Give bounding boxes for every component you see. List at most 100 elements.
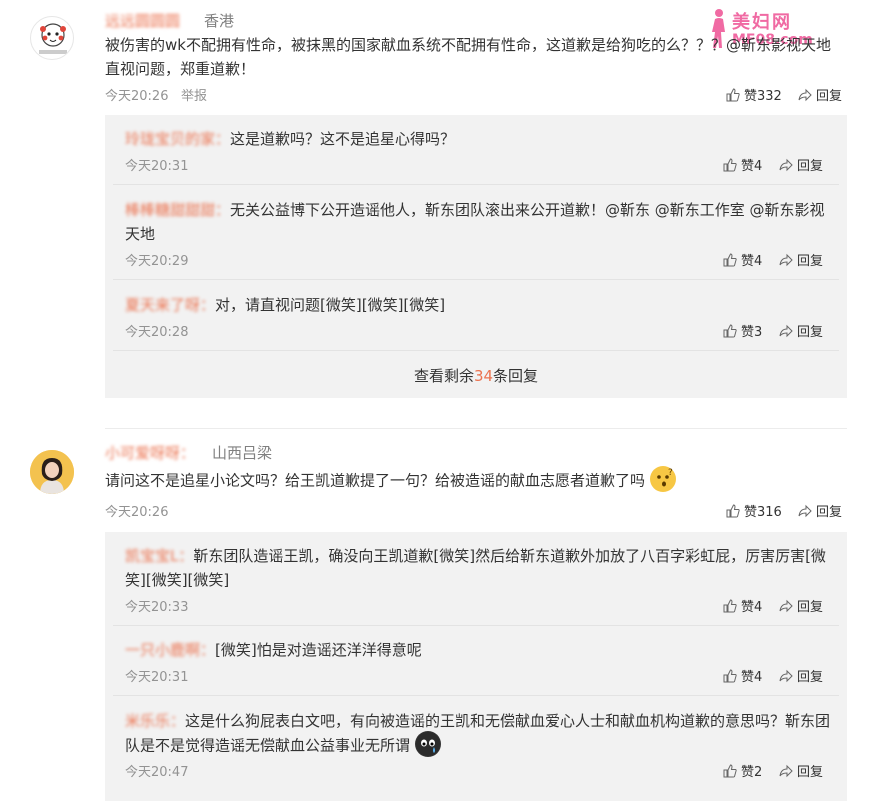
thumbs-up-icon [723, 252, 737, 266]
comment-username[interactable]: 小可爱呀呀： [105, 442, 195, 463]
thumbs-up-icon [723, 763, 737, 777]
reply-item: 玲珑宝贝的家：这是道歉吗？这不是追星心得吗？ 今天20:31 赞4 回复 [105, 115, 847, 185]
reply-item: 一只小鹿啊：[微笑]怕是对造谣还洋洋得意呢 今天20:31 赞4 回复 [105, 626, 847, 696]
confused-face-icon: ? [649, 466, 676, 492]
comment-text-body: 请问这不是追星小论文吗？给王凯道歉提了一句？给被造谣的献血志愿者道歉了吗 [105, 471, 646, 490]
reply-time: 今天20:31 [125, 670, 189, 685]
reply-reply-button[interactable]: 回复 [779, 761, 823, 780]
reply-reply-button[interactable]: 回复 [779, 250, 823, 269]
crying-face-icon [414, 731, 441, 757]
reply-item: 棒棒糖甜甜甜：无关公益博下公开造谣他人，靳东团队滚出来公开道歉！@靳东 @靳东工… [105, 185, 847, 280]
reply-list: 玲珑宝贝的家：这是道歉吗？这不是追星心得吗？ 今天20:31 赞4 回复 棒棒糖… [105, 115, 847, 398]
reply-time: 今天20:33 [125, 600, 189, 615]
reply-body: 夏天来了呀：对，请直视问题[微笑][微笑][微笑] [125, 293, 835, 317]
reply-button[interactable]: 回复 [798, 85, 842, 104]
reply-list: 凯宝宝L：靳东团队造谣王凯，确没向王凯道歉[微笑]然后给靳东道歉外加放了八百字彩… [105, 532, 847, 801]
reply-item: 凯宝宝L：靳东团队造谣王凯，确没向王凯道歉[微笑]然后给靳东道歉外加放了八百字彩… [105, 532, 847, 626]
reply-reply-label: 回复 [797, 159, 824, 174]
remaining-reply-count: 34 [473, 367, 494, 385]
reply-text: [微笑]怕是对造谣还洋洋得意呢 [215, 641, 422, 659]
thumbs-up-icon [723, 668, 737, 682]
comment-time: 今天20:26 [105, 505, 169, 520]
reply-reply-button[interactable]: 回复 [779, 596, 823, 615]
report-link[interactable]: 举报 [181, 85, 207, 104]
reply-time: 今天20:47 [125, 765, 189, 780]
reply-arrow-icon [798, 504, 812, 517]
reply-body: 棒棒糖甜甜甜：无关公益博下公开造谣他人，靳东团队滚出来公开道歉！@靳东 @靳东工… [125, 198, 835, 246]
comment-item: 小可爱呀呀： 山西吕梁 请问这不是追星小论文吗？给王凯道歉提了一句？给被造谣的献… [0, 428, 872, 801]
reply-like-count: 赞4 [741, 254, 763, 269]
reply-like-button[interactable]: 赞4 [723, 155, 762, 174]
reply-body: 一只小鹿啊：[微笑]怕是对造谣还洋洋得意呢 [125, 638, 835, 662]
reply-button[interactable]: 回复 [798, 501, 842, 520]
reply-time: 今天20:31 [125, 159, 189, 174]
reply-username[interactable]: 玲珑宝贝的家： [125, 127, 230, 151]
view-more-prefix: 查看剩余 [413, 367, 474, 385]
reply-arrow-icon [779, 158, 793, 171]
reply-like-button[interactable]: 赞4 [723, 596, 762, 615]
reply-like-button[interactable]: 赞2 [723, 761, 762, 780]
comment-text: 请问这不是追星小论文吗？给王凯道歉提了一句？给被造谣的献血志愿者道歉了吗 ? [105, 466, 850, 494]
comment-username[interactable]: 远远圆圆圆 [105, 10, 180, 31]
thumbs-up-icon [723, 323, 737, 337]
reply-username[interactable]: 棒棒糖甜甜甜： [125, 198, 230, 222]
reply-label: 回复 [816, 505, 843, 520]
reply-like-button[interactable]: 赞4 [723, 666, 762, 685]
thumbs-up-icon [723, 598, 737, 612]
reply-text: 这是什么狗屁表白文吧，有向被造谣的王凯和无偿献血爱心人士和献血机构道歉的意思吗？… [125, 712, 831, 755]
reply-arrow-icon [779, 764, 793, 777]
reply-reply-button[interactable]: 回复 [779, 666, 823, 685]
reply-like-button[interactable]: 赞3 [723, 321, 762, 340]
reply-text: 对，请直视问题[微笑][微笑][微笑] [215, 296, 446, 314]
comment-time: 今天20:26 [105, 89, 169, 104]
reply-body: 凯宝宝L：靳东团队造谣王凯，确没向王凯道歉[微笑]然后给靳东道歉外加放了八百字彩… [125, 544, 835, 592]
reply-label: 回复 [816, 89, 843, 104]
reply-reply-button[interactable]: 回复 [779, 155, 823, 174]
reply-reply-label: 回复 [797, 254, 824, 269]
avatar[interactable] [30, 16, 74, 60]
view-more-suffix: 条回复 [493, 367, 539, 385]
reply-like-button[interactable]: 赞4 [723, 250, 762, 269]
reply-item: 米乐乐：这是什么狗屁表白文吧，有向被造谣的王凯和无偿献血爱心人士和献血机构道歉的… [105, 696, 847, 801]
reply-reply-label: 回复 [797, 670, 824, 685]
reply-like-count: 赞2 [741, 765, 763, 780]
comment-location: 香港 [204, 12, 235, 30]
reply-item: 夏天来了呀：对，请直视问题[微笑][微笑][微笑] 今天20:28 赞3 回复 [105, 280, 847, 351]
like-count: 赞332 [744, 89, 782, 104]
reply-username[interactable]: 米乐乐： [125, 709, 185, 733]
reply-time: 今天20:29 [125, 254, 189, 269]
reply-arrow-icon [798, 88, 812, 101]
like-button[interactable]: 赞332 [726, 85, 782, 104]
comment-location: 山西吕梁 [212, 444, 273, 462]
svg-text:?: ? [668, 468, 673, 478]
reply-like-count: 赞4 [741, 600, 763, 615]
reply-arrow-icon [779, 669, 793, 682]
comment-text: 被伤害的wk不配拥有性命，被抹黑的国家献血系统不配拥有性命，这道歉是给狗吃的么？… [105, 36, 831, 78]
view-more-replies-link[interactable]: 查看剩余34条回复 [105, 365, 847, 386]
reply-reply-label: 回复 [797, 325, 824, 340]
avatar[interactable] [30, 450, 74, 494]
reply-reply-label: 回复 [797, 600, 824, 615]
thumbs-up-icon [726, 503, 740, 517]
reply-text: 靳东团队造谣王凯，确没向王凯道歉[微笑]然后给靳东道歉外加放了八百字彩虹屁，厉害… [125, 547, 826, 589]
reply-like-count: 赞4 [741, 670, 763, 685]
reply-divider [113, 350, 839, 351]
reply-body: 米乐乐：这是什么狗屁表白文吧，有向被造谣的王凯和无偿献血爱心人士和献血机构道歉的… [125, 709, 835, 759]
reply-time: 今天20:28 [125, 325, 189, 340]
reply-like-count: 赞3 [741, 325, 763, 340]
like-button[interactable]: 赞316 [726, 501, 782, 520]
like-count: 赞316 [744, 505, 782, 520]
comment-item: 远远圆圆圆 香港 被伤害的wk不配拥有性命，被抹黑的国家献血系统不配拥有性命，这… [0, 0, 872, 420]
reply-reply-button[interactable]: 回复 [779, 321, 823, 340]
thumbs-up-icon [726, 87, 740, 101]
reply-body: 玲珑宝贝的家：这是道歉吗？这不是追星心得吗？ [125, 127, 835, 151]
reply-username[interactable]: 一只小鹿啊： [125, 638, 215, 662]
reply-arrow-icon [779, 599, 793, 612]
reply-username[interactable]: 凯宝宝L： [125, 544, 193, 568]
reply-arrow-icon [779, 324, 793, 337]
reply-text: 这是道歉吗？这不是追星心得吗？ [230, 130, 456, 148]
thumbs-up-icon [723, 157, 737, 171]
reply-username[interactable]: 夏天来了呀： [125, 293, 215, 317]
reply-like-count: 赞4 [741, 159, 763, 174]
reply-reply-label: 回复 [797, 765, 824, 780]
